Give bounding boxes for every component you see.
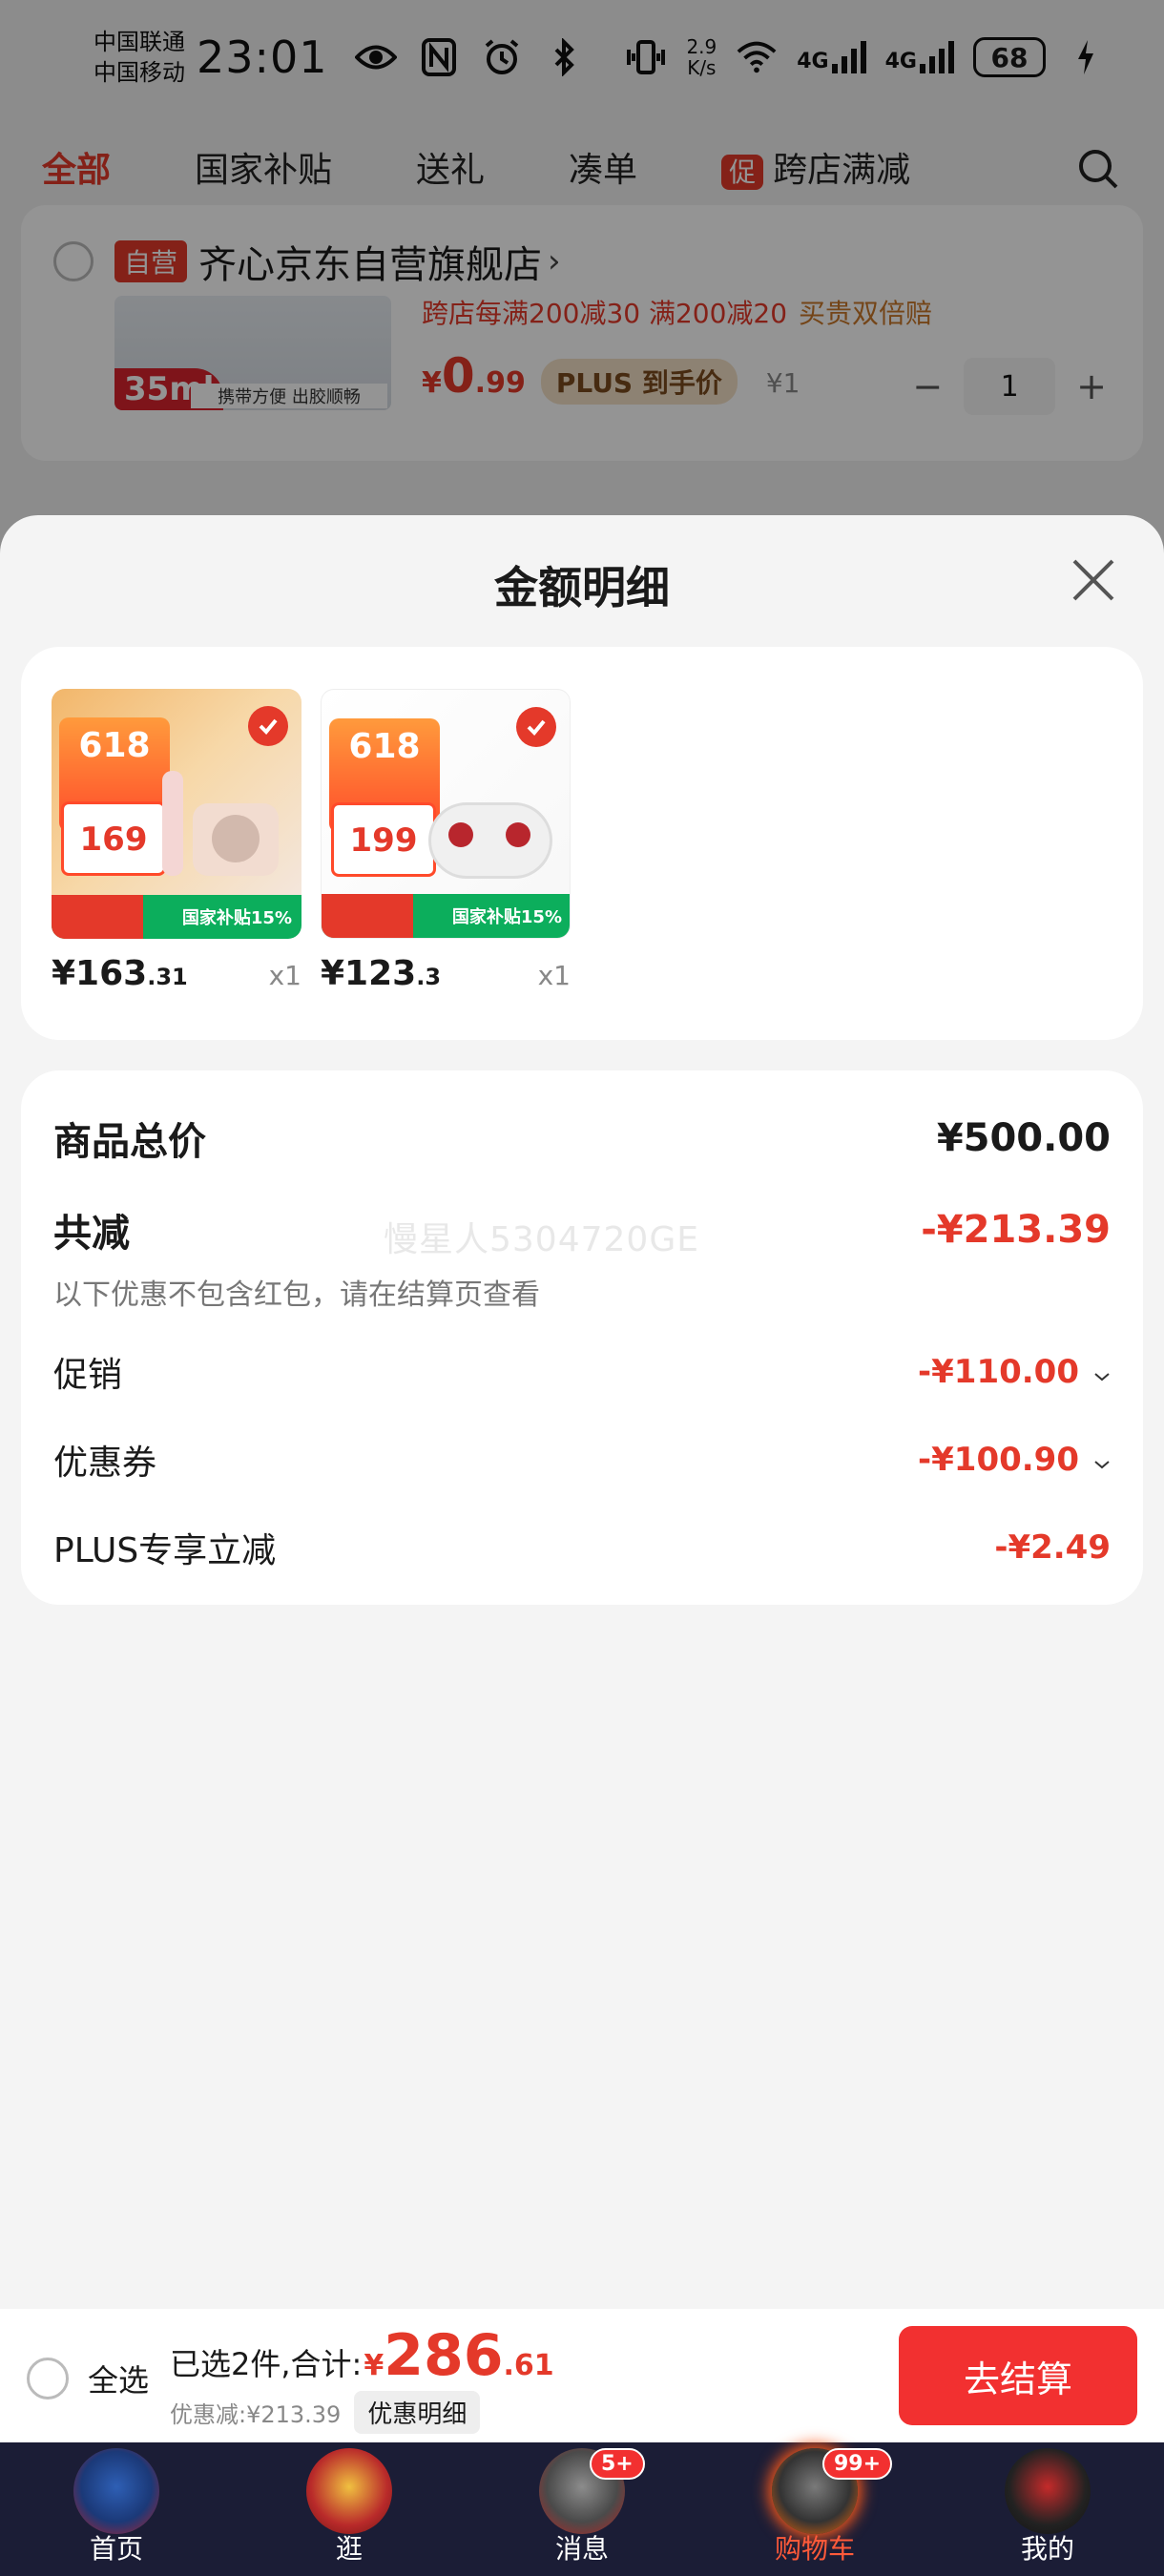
plus-discount-value: -¥2.49 <box>994 1528 1111 1567</box>
item-image[interactable]: 618 199 国家补贴15% <box>321 689 571 939</box>
subsidy-band: 国家补贴15% <box>322 894 570 938</box>
promo-row[interactable]: 促销 -¥110.00 <box>53 1347 1111 1397</box>
home-avatar-icon <box>73 2448 159 2534</box>
item-price-int: ¥123 <box>321 954 417 993</box>
item-price: ¥163.31 <box>52 954 188 993</box>
checkmark-icon[interactable] <box>248 706 288 746</box>
item-tag-price: 199 <box>331 802 436 877</box>
checkout-button[interactable]: 去结算 <box>899 2326 1137 2425</box>
coupon-label: 优惠券 <box>53 1444 157 1483</box>
item-tag-price: 169 <box>61 801 166 876</box>
item-price-dec: .3 <box>416 964 442 990</box>
nav-home[interactable]: 首页 <box>0 2442 233 2576</box>
plus-discount-row: PLUS专享立减 -¥2.49 <box>53 1523 1111 1572</box>
item-price: ¥123.3 <box>321 954 441 993</box>
game-controller-image <box>428 802 552 879</box>
item-price-dec: .31 <box>147 964 188 990</box>
item-quantity: x1 <box>268 960 301 991</box>
bottom-nav: 首页 逛 5+ 消息 99+ 购物车 我的 <box>0 2442 1164 2576</box>
close-icon[interactable] <box>1065 551 1122 609</box>
messages-badge: 5+ <box>590 2448 645 2480</box>
coupon-value: -¥100.90 <box>918 1441 1079 1479</box>
total-decimal: .61 <box>503 2349 554 2382</box>
nav-messages-label: 消息 <box>554 2533 609 2565</box>
nav-me-label: 我的 <box>1020 2533 1074 2565</box>
cart-badge: 99+ <box>822 2448 893 2480</box>
sheet-title: 金额明细 <box>494 562 670 613</box>
discount-amount: 优惠减:¥213.39 <box>170 2401 342 2428</box>
item-image[interactable]: 618 169 国家补贴15% <box>52 689 301 939</box>
total-value: ¥500.00 <box>936 1116 1111 1160</box>
discount-value: -¥213.39 <box>921 1208 1111 1252</box>
speaker-image <box>193 803 279 876</box>
subsidy-band: 国家补贴15% <box>52 895 301 939</box>
total-currency: ¥ <box>364 2349 385 2382</box>
discount-label: 共减 <box>53 1212 130 1256</box>
checkout-bar: 全选 已选2件,合计: ¥ 286 .61 优惠减:¥213.39 优惠明细 去… <box>0 2309 1164 2442</box>
microphone-image <box>162 771 183 876</box>
me-avatar-icon <box>1005 2448 1091 2534</box>
total-label: 商品总价 <box>53 1120 206 1164</box>
coupon-row[interactable]: 优惠券 -¥100.90 <box>53 1435 1111 1485</box>
total-integer: 286 <box>384 2322 504 2389</box>
nav-cart[interactable]: 99+ 购物车 <box>698 2442 931 2576</box>
chevron-down-icon[interactable] <box>1087 1364 1111 1388</box>
item-quantity: x1 <box>537 960 571 991</box>
nav-home-label: 首页 <box>89 2533 143 2565</box>
nav-browse[interactable]: 逛 <box>233 2442 466 2576</box>
checkmark-icon[interactable] <box>516 707 556 747</box>
nav-cart-label: 购物车 <box>774 2533 855 2565</box>
price-summary-card: 商品总价 ¥500.00 慢星人5304720GE 共减 -¥213.39 以下… <box>21 1070 1143 1605</box>
subsidy-band-text: 国家补贴15% <box>451 907 562 927</box>
total-summary: 已选2件,合计: ¥ 286 .61 优惠减:¥213.39 优惠明细 <box>170 2322 554 2434</box>
select-all-radio[interactable] <box>27 2358 69 2399</box>
plus-discount-label: PLUS专享立减 <box>53 1531 277 1570</box>
browse-avatar-icon <box>306 2448 392 2534</box>
select-all-label: 全选 <box>88 2362 150 2399</box>
subsidy-band-text: 国家补贴15% <box>181 908 292 928</box>
chevron-down-icon[interactable] <box>1087 1452 1111 1476</box>
item-price-int: ¥163 <box>52 954 148 993</box>
promo-value: -¥110.00 <box>918 1353 1079 1391</box>
nav-me[interactable]: 我的 <box>931 2442 1164 2576</box>
discount-note: 以下优惠不包含红包，请在结算页查看 <box>53 1278 540 1312</box>
selected-count-text: 已选2件,合计: <box>170 2346 363 2382</box>
selected-items-card: 618 169 国家补贴15% ¥163.31 x1 618 199 国家补贴1… <box>21 647 1143 1040</box>
discount-detail-button[interactable]: 优惠明细 <box>354 2391 481 2434</box>
nav-browse-label: 逛 <box>335 2533 363 2565</box>
selected-item[interactable]: 618 199 国家补贴15% ¥123.3 x1 <box>321 689 571 993</box>
promo-label: 促销 <box>53 1356 123 1395</box>
total-row: 商品总价 ¥500.00 <box>53 1111 1111 1166</box>
amount-detail-sheet: 金额明细 618 169 国家补贴15% ¥163.31 x1 618 199 … <box>0 515 1164 2309</box>
nav-messages[interactable]: 5+ 消息 <box>466 2442 698 2576</box>
select-all[interactable]: 全选 <box>27 2357 149 2400</box>
discount-row: 共减 -¥213.39 <box>53 1202 1111 1257</box>
selected-item[interactable]: 618 169 国家补贴15% ¥163.31 x1 <box>52 689 301 993</box>
